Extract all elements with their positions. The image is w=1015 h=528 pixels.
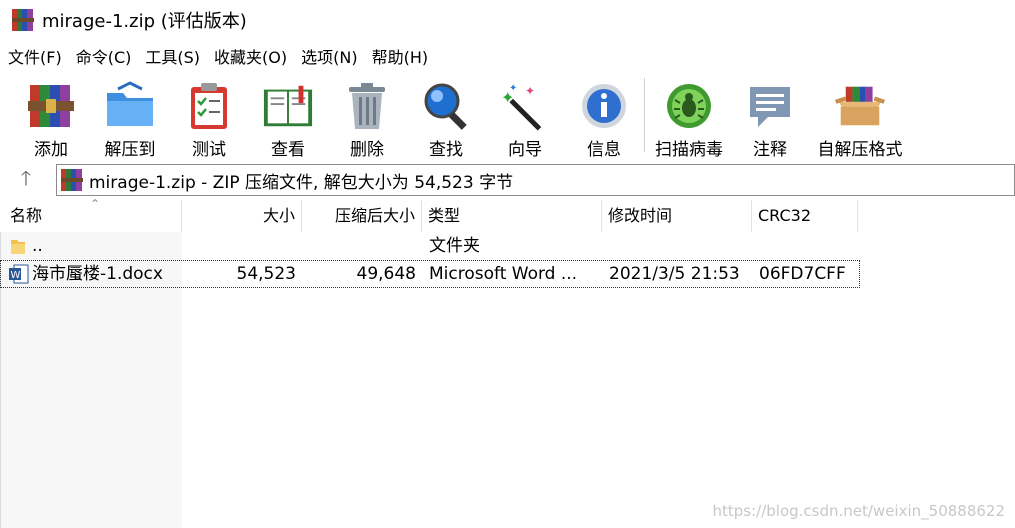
wizard-wand-icon: ✦ ✦ ✦: [499, 80, 551, 131]
column-header-name[interactable]: ⌃ 名称: [0, 197, 182, 232]
table-row-file[interactable]: W 海市蜃楼-1.docx 54,523 49,648 Microsoft Wo…: [0, 260, 860, 288]
column-header-size-label: 大小: [262, 206, 295, 225]
test-button[interactable]: 测试: [170, 72, 248, 160]
add-archive-icon: [25, 80, 77, 131]
menu-help[interactable]: 帮助(H): [372, 44, 429, 68]
wizard-label: 向导: [508, 140, 542, 160]
menu-favorites[interactable]: 收藏夹(O): [214, 44, 287, 68]
winrar-books-icon: [12, 9, 34, 31]
menu-bar: 文件(F) 命令(C) 工具(S) 收藏夹(O) 选项(N) 帮助(H): [0, 40, 1015, 72]
row-modified: 2021/3/5 21:53: [609, 264, 740, 284]
trash-icon: [341, 80, 393, 131]
column-header-modified-label: 修改时间: [608, 206, 673, 225]
column-header-name-label: 名称: [10, 206, 43, 225]
menu-file[interactable]: 文件(F): [8, 44, 62, 68]
sfx-label: 自解压格式: [817, 140, 903, 160]
column-header-type[interactable]: 类型: [422, 200, 602, 232]
add-label: 添加: [34, 140, 68, 160]
row-name: ..: [32, 236, 43, 256]
watermark-text: https://blog.csdn.net/weixin_50888622: [712, 502, 1005, 520]
virus-scan-label: 扫描病毒: [655, 140, 723, 160]
comment-icon: [744, 80, 796, 131]
table-row-parent[interactable]: .. 文件夹: [0, 232, 860, 260]
svg-text:✦: ✦: [509, 83, 517, 94]
row-size: 54,523: [236, 264, 296, 284]
extract-to-button[interactable]: 解压到: [90, 72, 170, 160]
sfx-box-icon: [834, 80, 886, 131]
column-header-crc-label: CRC32: [758, 206, 812, 225]
folder-icon: [10, 232, 28, 260]
delete-button[interactable]: 删除: [328, 72, 406, 160]
view-book-icon: [262, 80, 314, 131]
test-label: 测试: [192, 140, 226, 160]
extract-folder-icon: [104, 80, 156, 131]
magnifier-icon: [420, 80, 472, 131]
address-text: mirage-1.zip - ZIP 压缩文件, 解包大小为 54,523 字节: [89, 172, 514, 193]
archive-icon: [61, 169, 83, 191]
menu-options[interactable]: 选项(N): [301, 44, 357, 68]
view-button[interactable]: 查看: [248, 72, 328, 160]
column-header-size[interactable]: 大小: [182, 200, 302, 232]
svg-text:✦: ✦: [525, 84, 535, 98]
row-type: 文件夹: [429, 236, 480, 256]
find-button[interactable]: 查找: [406, 72, 486, 160]
extract-to-label: 解压到: [104, 140, 156, 160]
virus-scan-icon: [663, 80, 715, 131]
word-doc-icon: W: [9, 260, 31, 288]
info-icon: [578, 80, 630, 131]
toolbar: 添加 解压到 测试 查看 删除 查找 ✦ ✦ ✦ 向导 信息 扫描病毒 注释 自…: [0, 72, 1015, 160]
up-arrow-icon[interactable]: 🡑: [12, 166, 40, 195]
info-button[interactable]: 信息: [564, 72, 644, 160]
menu-tools[interactable]: 工具(S): [145, 44, 200, 68]
address-bar: 🡑 mirage-1.zip - ZIP 压缩文件, 解包大小为 54,523 …: [0, 163, 1015, 197]
file-list: ⌃ 名称 大小 压缩后大小 类型 修改时间 CRC32 .. 文件夹 W 海市蜃…: [0, 197, 1015, 528]
sort-ascending-icon: ⌃: [90, 197, 101, 211]
view-label: 查看: [271, 140, 305, 160]
comment-button[interactable]: 注释: [733, 72, 807, 160]
row-type: Microsoft Word ...: [429, 264, 578, 284]
svg-text:W: W: [11, 270, 21, 281]
info-label: 信息: [587, 140, 621, 160]
column-header-modified[interactable]: 修改时间: [602, 200, 752, 232]
sfx-button[interactable]: 自解压格式: [807, 72, 913, 160]
column-header-type-label: 类型: [428, 206, 461, 225]
title-bar: mirage-1.zip (评估版本): [0, 0, 1015, 40]
column-header-row: ⌃ 名称 大小 压缩后大小 类型 修改时间 CRC32: [0, 197, 860, 232]
row-name: 海市蜃楼-1.docx: [32, 264, 163, 284]
virus-scan-button[interactable]: 扫描病毒: [645, 72, 733, 160]
test-clipboard-icon: [183, 80, 235, 131]
column-header-crc[interactable]: CRC32: [752, 200, 858, 232]
window-title: mirage-1.zip (评估版本): [42, 11, 247, 32]
wizard-button[interactable]: ✦ ✦ ✦ 向导: [486, 72, 564, 161]
row-crc: 06FD7CFF: [759, 264, 846, 284]
column-header-packed-label: 压缩后大小: [334, 206, 415, 225]
row-packed-size: 49,648: [356, 264, 416, 284]
column-header-packed[interactable]: 压缩后大小: [302, 200, 422, 232]
delete-label: 删除: [350, 140, 384, 160]
address-field[interactable]: mirage-1.zip - ZIP 压缩文件, 解包大小为 54,523 字节: [56, 164, 1015, 196]
find-label: 查找: [429, 140, 463, 160]
add-button[interactable]: 添加: [12, 72, 90, 160]
menu-commands[interactable]: 命令(C): [76, 44, 132, 68]
comment-label: 注释: [753, 140, 787, 160]
